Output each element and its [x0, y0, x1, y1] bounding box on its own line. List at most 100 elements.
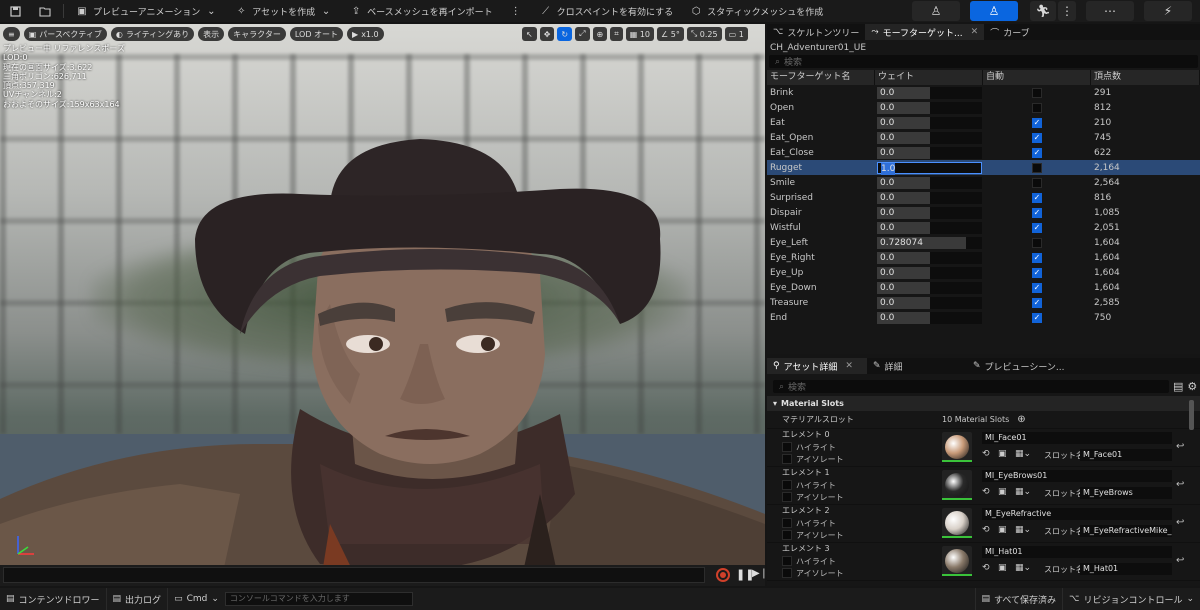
weight-slider[interactable]: 0.0 — [877, 116, 982, 129]
rotate-tool-button[interactable]: ↻ — [557, 27, 573, 41]
isolate-checkbox[interactable] — [782, 530, 792, 540]
auto-checkbox[interactable] — [1032, 177, 1042, 188]
highlight-checkbox[interactable] — [782, 556, 792, 566]
material-slots-section[interactable]: ▾ Material Slots — [767, 396, 1200, 411]
weight-slider[interactable]: 0.0 — [877, 311, 982, 324]
weight-slider[interactable]: 0.0 — [877, 176, 982, 189]
morph-target-row[interactable]: Open 0.0 812 — [767, 100, 1200, 115]
use-selected-icon[interactable]: ⟲ — [982, 525, 990, 535]
auto-checkbox[interactable] — [1032, 87, 1042, 98]
physics-mode-button[interactable]: ⚡ — [1144, 1, 1192, 21]
create-asset-button[interactable]: ✧ アセットを作成 ⌄ — [226, 0, 341, 22]
material-options-icon[interactable]: ▦⌄ — [1015, 487, 1031, 497]
material-thumbnail[interactable] — [942, 546, 972, 576]
slot-name-input[interactable]: M_EyeBrows — [1080, 487, 1172, 499]
weight-slider[interactable]: 0.0 — [877, 191, 982, 204]
morph-target-row[interactable]: Smile 0.0 2,564 — [767, 175, 1200, 190]
material-thumbnail[interactable] — [942, 432, 972, 462]
playback-speed-button[interactable]: ▶ x1.0 — [347, 27, 384, 41]
morph-target-row[interactable]: Eat_Close 0.0 ✓ 622 — [767, 145, 1200, 160]
browse-icon[interactable]: ▣ — [998, 449, 1007, 459]
skeleton-mode-button[interactable]: ♙ — [912, 1, 960, 21]
material-thumbnail[interactable] — [942, 470, 972, 500]
highlight-checkbox[interactable] — [782, 480, 792, 490]
tab-curves[interactable]: ⌒ カーブ — [984, 24, 1035, 40]
revision-control-button[interactable]: ⌥ リビジョンコントロール ⌄ — [1062, 588, 1200, 610]
slot-name-input[interactable]: M_EyeRefractiveMike_R_Ins — [1080, 525, 1172, 537]
tab-skeleton-tree[interactable]: ⌥ スケルトンツリー — [767, 24, 865, 40]
auto-checkbox[interactable]: ✓ — [1032, 222, 1042, 233]
console-input[interactable]: コンソールコマンドを入力します — [224, 592, 413, 606]
weight-slider[interactable]: 0.0 — [877, 296, 982, 309]
browse-icon[interactable]: ▣ — [998, 487, 1007, 497]
material-options-icon[interactable]: ▦⌄ — [1015, 525, 1031, 535]
morph-search-input[interactable]: ⌕ 検索 — [769, 55, 1198, 68]
reset-arrow-icon[interactable]: ↩ — [1176, 517, 1184, 528]
isolate-checkbox[interactable] — [782, 568, 792, 578]
use-selected-icon[interactable]: ⟲ — [982, 487, 990, 497]
weight-slider[interactable]: 0.728074 — [877, 236, 982, 249]
settings-gear-icon[interactable]: ⚙ — [1187, 380, 1197, 393]
mesh-mode-button[interactable]: ♙ — [970, 1, 1018, 21]
weight-slider[interactable]: 0.0 — [877, 221, 982, 234]
morph-target-row[interactable]: Wistful 0.0 ✓ 2,051 — [767, 220, 1200, 235]
create-static-mesh-button[interactable]: ⬡ スタティックメッシュを作成 — [681, 0, 831, 22]
close-icon[interactable]: ✕ — [845, 361, 853, 371]
reset-arrow-icon[interactable]: ↩ — [1176, 479, 1184, 490]
col-auto[interactable]: 自動 — [983, 70, 1091, 85]
material-picker[interactable]: MI_Hat01 — [982, 546, 1172, 558]
surface-snap-button[interactable]: ⌗ — [610, 27, 623, 41]
add-slot-icon[interactable]: ⊕ — [1017, 414, 1025, 425]
content-drawer-button[interactable]: ▤ コンテンツドロワー — [0, 588, 107, 610]
rotation-snap-button[interactable]: ∠ 5° — [657, 27, 684, 41]
scale-tool-button[interactable]: ⤢ — [575, 27, 590, 41]
cmd-selector[interactable]: ▭ Cmd ⌄ — [168, 588, 225, 610]
camera-speed-button[interactable]: ▭ 1 — [724, 27, 748, 41]
weight-slider[interactable]: 0.0 — [877, 146, 982, 159]
morph-target-row[interactable]: End 0.0 ✓ 750 — [767, 310, 1200, 325]
auto-checkbox[interactable]: ✓ — [1032, 282, 1042, 293]
lighting-button[interactable]: ◐ ライティングあり — [110, 27, 195, 41]
more-options-button[interactable]: ⋮ — [501, 0, 531, 22]
auto-checkbox[interactable]: ✓ — [1032, 192, 1042, 203]
translate-tool-button[interactable]: ✥ — [539, 27, 555, 41]
slot-name-input[interactable]: M_Hat01 — [1080, 563, 1172, 575]
tab-asset-details[interactable]: ⚲ アセット詳細 ✕ — [767, 358, 867, 374]
weight-slider[interactable]: 0.0 — [877, 101, 982, 114]
morph-target-row[interactable]: Brink 0.0 291 — [767, 85, 1200, 100]
auto-checkbox[interactable]: ✓ — [1032, 132, 1042, 143]
col-morph-name[interactable]: モーフターゲット名 — [767, 70, 875, 85]
morph-target-row[interactable]: Rugget 1.0 2,164 — [767, 160, 1200, 175]
grid-snap-button[interactable]: ▦ 10 — [625, 27, 655, 41]
details-search-input[interactable]: ⌕ 検索 — [773, 380, 1169, 393]
weight-slider[interactable]: 0.0 — [877, 206, 982, 219]
auto-checkbox[interactable] — [1032, 162, 1042, 173]
save-button[interactable] — [0, 0, 30, 22]
morph-target-row[interactable]: Treasure 0.0 ✓ 2,585 — [767, 295, 1200, 310]
weight-slider[interactable]: 0.0 — [877, 86, 982, 99]
morph-target-row[interactable]: Eat_Open 0.0 ✓ 745 — [767, 130, 1200, 145]
col-weight[interactable]: ウェイト — [875, 70, 983, 85]
step-forward-button[interactable]: ▶❘ — [752, 568, 768, 579]
auto-checkbox[interactable] — [1032, 237, 1042, 248]
material-options-icon[interactable]: ▦⌄ — [1015, 449, 1031, 459]
auto-checkbox[interactable]: ✓ — [1032, 207, 1042, 218]
world-local-button[interactable]: ⊕ — [592, 27, 608, 41]
browse-icon[interactable]: ▣ — [998, 525, 1007, 535]
output-log-button[interactable]: ▤ 出力ログ — [107, 588, 169, 610]
highlight-checkbox[interactable] — [782, 518, 792, 528]
viewport[interactable]: ≡ ▣ パースペクティブ ◐ ライティングあり 表示 キャラクター LOD オート … — [0, 24, 765, 586]
lod-button[interactable]: LOD オート — [289, 27, 344, 41]
character-button[interactable]: キャラクター — [228, 27, 286, 41]
morph-target-row[interactable]: Eat 0.0 ✓ 210 — [767, 115, 1200, 130]
slot-name-input[interactable]: M_Face01 — [1080, 449, 1172, 461]
reset-arrow-icon[interactable]: ↩ — [1176, 441, 1184, 452]
browse-button[interactable] — [30, 0, 60, 22]
auto-checkbox[interactable]: ✓ — [1032, 252, 1042, 263]
tab-details[interactable]: ✎ 詳細 — [867, 358, 967, 374]
material-picker[interactable]: MI_EyeBrows01 — [982, 470, 1172, 482]
use-selected-icon[interactable]: ⟲ — [982, 563, 990, 573]
show-button[interactable]: 表示 — [198, 27, 225, 41]
save-all-button[interactable]: ▤ すべて保存済み — [974, 588, 1063, 610]
material-thumbnail[interactable] — [942, 508, 972, 538]
